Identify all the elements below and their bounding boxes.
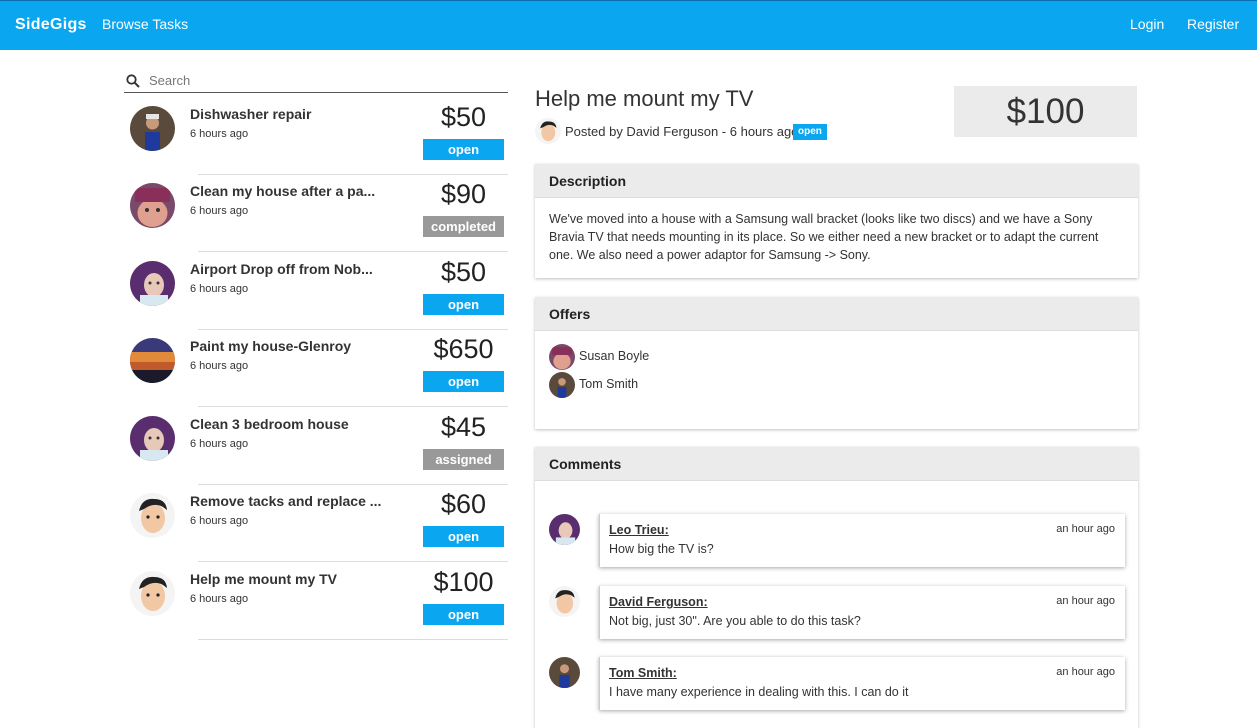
avatar xyxy=(130,416,175,461)
offer-name[interactable]: Susan Boyle xyxy=(579,349,649,363)
offer-name[interactable]: Tom Smith xyxy=(579,377,638,391)
comment-text: How big the TV is? xyxy=(609,542,714,556)
avatar xyxy=(130,183,175,228)
task-list-item[interactable]: Clean my house after a pa... 6 hours ago… xyxy=(128,175,508,252)
divider xyxy=(198,406,508,407)
task-title: Remove tacks and replace ... xyxy=(190,493,382,509)
comments-panel: Comments Leo Trieu: an hour ago How big … xyxy=(535,447,1138,728)
task-time: 6 hours ago xyxy=(190,360,249,372)
task-list-item[interactable]: Remove tacks and replace ... 6 hours ago… xyxy=(128,485,508,562)
comment-author[interactable]: David Ferguson: xyxy=(609,595,708,609)
avatar xyxy=(130,261,175,306)
comment-author[interactable]: Tom Smith: xyxy=(609,666,677,680)
offers-panel: Offers Susan Boyle Tom Smith xyxy=(535,297,1138,429)
task-price: $45 xyxy=(440,412,487,442)
task-list-item[interactable]: Help me mount my TV 6 hours ago $100 ope… xyxy=(128,563,508,640)
task-title: Dishwasher repair xyxy=(190,106,312,122)
status-badge: assigned xyxy=(423,449,504,470)
task-list-item[interactable]: Airport Drop off from Nob... 6 hours ago… xyxy=(128,253,508,330)
status-badge: completed xyxy=(423,216,504,237)
avatar xyxy=(549,344,575,370)
avatar xyxy=(130,106,175,151)
nav-register[interactable]: Register xyxy=(1187,16,1239,32)
comment-item: David Ferguson: an hour ago Not big, jus… xyxy=(549,586,1125,641)
comment-item: Leo Trieu: an hour ago How big the TV is… xyxy=(549,514,1125,569)
top-navbar: SideGigs Browse Tasks Login Register xyxy=(0,0,1257,50)
status-badge: open xyxy=(423,526,504,547)
comment-card: David Ferguson: an hour ago Not big, jus… xyxy=(599,586,1125,639)
description-panel: Description We've moved into a house wit… xyxy=(535,164,1138,278)
comment-text: Not big, just 30". Are you able to do th… xyxy=(609,614,861,628)
status-badge: open xyxy=(423,604,504,625)
comment-time: an hour ago xyxy=(1056,523,1115,535)
comment-time: an hour ago xyxy=(1056,595,1115,607)
search-icon xyxy=(126,74,140,88)
comment-item: Tom Smith: an hour ago I have many exper… xyxy=(549,657,1125,712)
task-list-item[interactable]: Dishwasher repair 6 hours ago $50 open xyxy=(128,98,508,175)
status-badge: open xyxy=(423,294,504,315)
task-time: 6 hours ago xyxy=(190,128,249,140)
task-price: $650 xyxy=(433,334,494,364)
posted-by-text: Posted by David Ferguson - 6 hours ago xyxy=(565,124,799,139)
task-list-item[interactable]: Paint my house-Glenroy 6 hours ago $650 … xyxy=(128,330,508,407)
avatar xyxy=(535,118,561,144)
avatar xyxy=(549,586,580,617)
avatar xyxy=(130,338,175,383)
task-title: Help me mount my TV xyxy=(190,571,338,587)
avatar xyxy=(549,657,580,688)
task-price: $50 xyxy=(440,257,487,287)
panel-heading: Comments xyxy=(535,447,1138,481)
task-price: $50 xyxy=(440,102,487,132)
divider xyxy=(198,639,508,640)
avatar xyxy=(549,514,580,545)
task-price: $90 xyxy=(440,179,487,209)
task-title: Clean 3 bedroom house xyxy=(190,416,349,432)
task-description: We've moved into a house with a Samsung … xyxy=(549,212,1099,262)
brand-logo[interactable]: SideGigs xyxy=(15,16,87,34)
task-time: 6 hours ago xyxy=(190,205,249,217)
nav-login[interactable]: Login xyxy=(1130,16,1164,32)
task-title: Clean my house after a pa... xyxy=(190,183,376,199)
panel-heading: Description xyxy=(535,164,1138,198)
comment-card: Tom Smith: an hour ago I have many exper… xyxy=(599,657,1125,710)
task-price-box: $100 xyxy=(954,86,1137,137)
task-price: $60 xyxy=(440,489,487,519)
avatar xyxy=(130,493,175,538)
comment-text: I have many experience in dealing with t… xyxy=(609,685,909,699)
task-time: 6 hours ago xyxy=(190,593,249,605)
comment-card: Leo Trieu: an hour ago How big the TV is… xyxy=(599,514,1125,567)
status-badge: open xyxy=(423,139,504,160)
search-bar xyxy=(124,70,508,93)
task-time: 6 hours ago xyxy=(190,515,249,527)
task-title: Airport Drop off from Nob... xyxy=(190,261,373,277)
task-time: 6 hours ago xyxy=(190,283,249,295)
divider xyxy=(198,561,508,562)
status-badge: open xyxy=(793,124,827,140)
task-list-item[interactable]: Clean 3 bedroom house 6 hours ago $45 as… xyxy=(128,408,508,485)
task-price: $100 xyxy=(433,567,494,597)
status-badge: open xyxy=(423,371,504,392)
task-detail-title: Help me mount my TV xyxy=(535,86,754,111)
nav-browse-tasks[interactable]: Browse Tasks xyxy=(102,16,188,32)
comment-author[interactable]: Leo Trieu: xyxy=(609,523,669,537)
comment-time: an hour ago xyxy=(1056,666,1115,678)
task-title: Paint my house-Glenroy xyxy=(190,338,352,354)
avatar xyxy=(549,372,575,398)
panel-heading: Offers xyxy=(535,297,1138,331)
avatar xyxy=(130,571,175,616)
search-input[interactable] xyxy=(149,70,499,90)
task-time: 6 hours ago xyxy=(190,438,249,450)
divider xyxy=(198,251,508,252)
